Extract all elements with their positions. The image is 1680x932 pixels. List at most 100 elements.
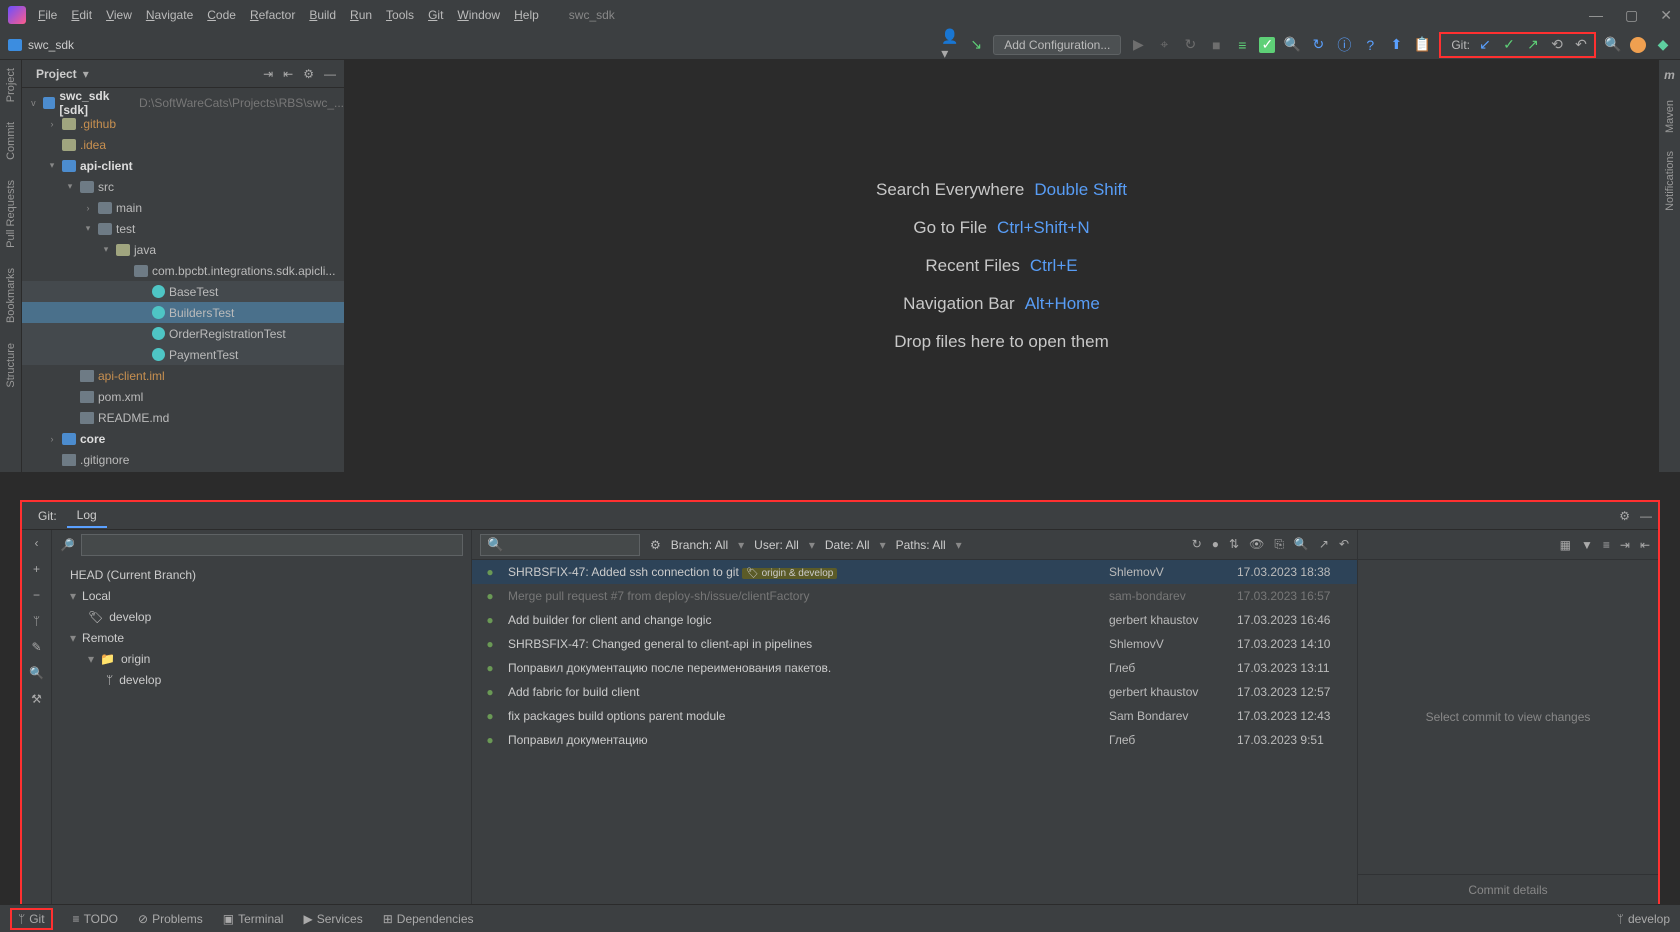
menu-tools[interactable]: Tools: [386, 8, 414, 22]
branch-local-item[interactable]: 🏷develop: [52, 606, 471, 627]
status-item-problems[interactable]: ⊘ Problems: [138, 912, 203, 926]
upload-icon[interactable]: ⬆: [1387, 36, 1405, 54]
collapse-icon[interactable]: ⇥: [263, 67, 273, 81]
menu-file[interactable]: File: [38, 8, 57, 22]
commit-row[interactable]: ●Add builder for client and change logic…: [472, 608, 1357, 632]
filter-user[interactable]: User: All: [754, 538, 799, 552]
add-configuration-button[interactable]: Add Configuration...: [993, 35, 1121, 55]
hide-icon[interactable]: —: [324, 67, 336, 81]
menu-window[interactable]: Window: [457, 8, 500, 22]
minimize-icon[interactable]: —: [1589, 7, 1603, 24]
edit-icon[interactable]: ✎: [31, 640, 41, 654]
log-search-input[interactable]: [480, 534, 640, 556]
clipboard-icon[interactable]: 📋: [1413, 36, 1431, 54]
list-icon[interactable]: ≡: [1233, 36, 1251, 54]
breadcrumb[interactable]: swc_sdk: [28, 38, 74, 52]
branch-local-group[interactable]: ▾Local: [52, 585, 471, 606]
rail-commit[interactable]: Commit: [5, 122, 17, 160]
back-icon[interactable]: ‹: [35, 536, 39, 550]
refresh-icon[interactable]: ↻: [1192, 537, 1202, 552]
rail-bookmarks[interactable]: Bookmarks: [5, 268, 17, 323]
commit-row[interactable]: ●Поправил документацию после переименова…: [472, 656, 1357, 680]
tree-item[interactable]: ›main: [22, 197, 344, 218]
ide-avatar-icon[interactable]: [1630, 37, 1646, 53]
tree-item[interactable]: .gitignore: [22, 449, 344, 470]
build-hammer-icon[interactable]: ↘: [967, 36, 985, 54]
rail-pull-requests[interactable]: Pull Requests: [5, 180, 17, 248]
menu-git[interactable]: Git: [428, 8, 443, 22]
tree-root[interactable]: v swc_sdk [sdk] D:\SoftWareCats\Projects…: [22, 92, 344, 113]
expand-icon[interactable]: ⇥: [1620, 538, 1630, 552]
git-tab-log[interactable]: Log: [67, 504, 107, 528]
git-revert-icon[interactable]: ↶: [1572, 36, 1590, 54]
status-item-services[interactable]: ▶ Services: [303, 912, 362, 926]
rail-notifications[interactable]: Notifications: [1664, 151, 1676, 211]
git-history-icon[interactable]: ⟲: [1548, 36, 1566, 54]
debug-icon[interactable]: ⌖: [1155, 36, 1173, 54]
status-item-todo[interactable]: ≡ TODO: [73, 912, 118, 926]
project-tree[interactable]: v swc_sdk [sdk] D:\SoftWareCats\Projects…: [22, 88, 344, 472]
menu-navigate[interactable]: Navigate: [146, 8, 193, 22]
menu-edit[interactable]: Edit: [71, 8, 92, 22]
search-everywhere-icon[interactable]: 🔍: [1604, 36, 1622, 54]
rail-project[interactable]: Project: [5, 68, 17, 102]
menu-code[interactable]: Code: [207, 8, 236, 22]
expand-icon[interactable]: ⇤: [283, 67, 293, 81]
filter-settings-icon[interactable]: ⚙: [650, 538, 661, 552]
filter-icon[interactable]: ▼: [1581, 538, 1593, 552]
tree-item[interactable]: README.md: [22, 407, 344, 428]
dropdown-icon[interactable]: ▾: [83, 67, 89, 81]
close-icon[interactable]: ✕: [1660, 7, 1672, 24]
status-item-terminal[interactable]: ▣ Terminal: [223, 912, 284, 926]
menu-refactor[interactable]: Refactor: [250, 8, 295, 22]
check-icon[interactable]: ✓: [1259, 37, 1275, 53]
menu-view[interactable]: View: [106, 8, 132, 22]
eye-icon[interactable]: 👁: [1249, 537, 1264, 552]
branch-search-input[interactable]: [81, 534, 463, 556]
tree-item[interactable]: BaseTest: [22, 281, 344, 302]
sort-icon[interactable]: ⇅: [1229, 537, 1239, 552]
revert-icon[interactable]: ↶: [1339, 537, 1349, 552]
tree-item[interactable]: .idea: [22, 134, 344, 155]
run-icon[interactable]: ▶: [1129, 36, 1147, 54]
tree-item[interactable]: ▾test: [22, 218, 344, 239]
tree-item[interactable]: com.bpcbt.integrations.sdk.apicli...: [22, 260, 344, 281]
tree-item[interactable]: api-client.iml: [22, 365, 344, 386]
branch-remote-group[interactable]: ▾Remote: [52, 627, 471, 648]
branch-remote-item[interactable]: ᛘdevelop: [52, 669, 471, 690]
search-icon[interactable]: 🔍: [29, 666, 44, 680]
search-blue-icon[interactable]: 🔍: [1283, 36, 1301, 54]
tree-item[interactable]: PaymentTest: [22, 344, 344, 365]
commit-row[interactable]: ●fix packages build options parent modul…: [472, 704, 1357, 728]
tree-item[interactable]: pom.xml: [22, 470, 344, 472]
commit-row[interactable]: ●SHRBSFIX-47: Added ssh connection to gi…: [472, 560, 1357, 584]
menu-run[interactable]: Run: [350, 8, 372, 22]
filter-date[interactable]: Date: All: [825, 538, 870, 552]
commit-row[interactable]: ●SHRBSFIX-47: Changed general to client-…: [472, 632, 1357, 656]
branch-remote-origin[interactable]: ▾📁origin: [52, 648, 471, 669]
filter-paths[interactable]: Paths: All: [896, 538, 946, 552]
rail-structure[interactable]: Structure: [5, 343, 17, 388]
git-settings-icon[interactable]: ⚙: [1619, 509, 1630, 523]
info-icon[interactable]: ⓘ: [1335, 36, 1353, 54]
commit-row[interactable]: ●Поправил документацию Глеб17.03.2023 9:…: [472, 728, 1357, 752]
plus-icon[interactable]: +: [33, 562, 40, 576]
group-icon[interactable]: ▦: [1560, 538, 1571, 552]
status-item-git[interactable]: ᛘGit: [10, 908, 53, 930]
tree-item[interactable]: BuildersTest: [22, 302, 344, 323]
git-push-icon[interactable]: ↗: [1524, 36, 1542, 54]
tree-item[interactable]: pom.xml: [22, 386, 344, 407]
status-branch[interactable]: ᛘdevelop: [1617, 912, 1670, 926]
tree-item[interactable]: ▾java: [22, 239, 344, 260]
diff-icon[interactable]: ≡: [1603, 538, 1610, 552]
ide-services-icon[interactable]: ◆: [1654, 36, 1672, 54]
go-icon[interactable]: ↗: [1319, 537, 1329, 552]
find-icon[interactable]: 🔍: [1294, 537, 1309, 552]
tree-item[interactable]: ›core: [22, 428, 344, 449]
status-item-dependencies[interactable]: ⊞ Dependencies: [383, 912, 474, 926]
tree-item[interactable]: ▾src: [22, 176, 344, 197]
settings-icon[interactable]: ⚙: [303, 67, 314, 81]
collapse-icon[interactable]: ⇤: [1640, 538, 1650, 552]
menu-build[interactable]: Build: [309, 8, 336, 22]
user-icon[interactable]: 👤▾: [941, 36, 959, 54]
